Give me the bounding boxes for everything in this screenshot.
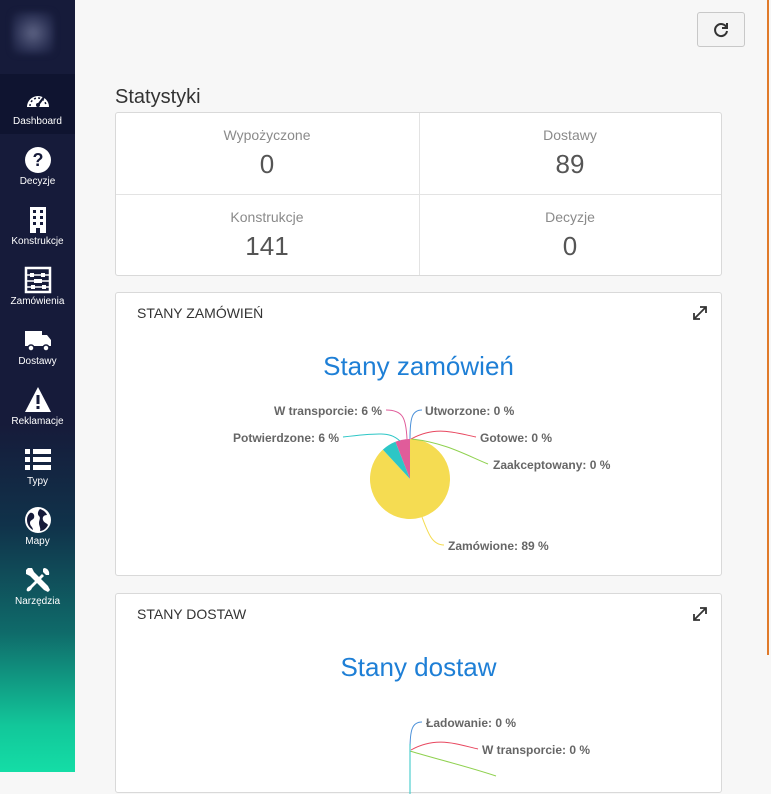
sidebar-item-zamowienia[interactable]: Zamówienia	[0, 254, 75, 314]
warning-icon	[24, 387, 51, 412]
stat-konstrukcje: Konstrukcje 141	[116, 195, 418, 276]
sidebar-item-narzedzia[interactable]: Narzędzia	[0, 554, 75, 614]
stat-value: 0	[259, 149, 275, 179]
stat-label: Decyzje	[545, 209, 595, 225]
pie-connector	[410, 430, 477, 440]
svg-text:?: ?	[32, 150, 43, 170]
pie-label: Zamówione: 89 %	[448, 539, 549, 553]
stat-value: 141	[245, 231, 289, 261]
stat-value: 89	[555, 149, 585, 179]
pie-connector	[342, 433, 401, 442]
stat-dostawy: Dostawy 89	[419, 113, 721, 194]
pie-label: Potwierdzone: 6 %	[233, 431, 339, 445]
sidebar-item-konstrukcje[interactable]: Konstrukcje	[0, 194, 75, 254]
pie-connector	[410, 741, 479, 751]
orders-status-panel: STANY ZAMÓWIEŃ Stany zamówień Utworzone:…	[115, 292, 722, 576]
orders-pie-chart: Utworzone: 0 % Gotowe: 0 % Zaakceptowany: …	[233, 404, 611, 553]
sidebar-item-label: Dostawy	[18, 356, 57, 367]
sidebar-item-label: Decyzje	[19, 176, 56, 187]
stat-decyzje: Decyzje 0	[419, 195, 721, 276]
deliveries-pie-chart: Ładowanie: 0 % W transporcie: 0 %	[409, 716, 590, 794]
pie-connector	[421, 516, 445, 546]
globe-icon	[24, 507, 51, 533]
stats-card: Wypożyczone 0 Dostawy 89 Konstrukcje 141…	[115, 112, 722, 276]
building-icon	[29, 207, 46, 233]
sidebar-item-decyzje[interactable]: ? Decyzje	[0, 134, 75, 194]
main-content: Statystyki Wypożyczone 0 Dostawy 89 Kons…	[75, 0, 769, 794]
speedometer-icon	[26, 96, 49, 107]
pie-label: W transporcie: 0 %	[482, 743, 590, 757]
refresh-button[interactable]	[697, 12, 745, 47]
question-icon: ?	[24, 147, 51, 173]
list-icon	[24, 449, 51, 470]
pie-label: Zaakceptowany: 0 %	[493, 458, 611, 472]
sidebar: Dashboard ? Decyzje Konstrukcje Zamówien…	[0, 0, 75, 772]
sidebar-item-label: Dashboard	[13, 116, 62, 127]
sidebar-item-label: Typy	[26, 476, 49, 487]
refresh-icon	[714, 22, 728, 37]
sidebar-item-dostawy[interactable]: Dostawy	[0, 314, 75, 374]
sidebar-item-reklamacje[interactable]: Reklamacje	[0, 374, 75, 434]
pie-label: Utworzone: 0 %	[425, 404, 515, 418]
stat-value: 0	[562, 231, 578, 261]
pie-label: W transporcie: 6 %	[274, 404, 382, 418]
sidebar-item-label: Konstrukcje	[11, 236, 64, 247]
stat-label: Wypożyczone	[223, 127, 311, 143]
divider	[116, 194, 721, 195]
truck-icon	[24, 331, 51, 352]
sidebar-item-mapy[interactable]: Mapy	[0, 494, 75, 554]
pie-label: Ładowanie: 0 %	[426, 716, 516, 730]
abacus-icon	[24, 266, 51, 294]
deliveries-status-panel: STANY DOSTAW Stany dostaw Ładowanie: 0 %…	[115, 593, 722, 794]
stat-wypozyczone: Wypożyczone 0	[116, 113, 418, 194]
page-title: Statystyki	[115, 86, 201, 108]
sidebar-item-label: Narzędzia	[14, 596, 61, 607]
app-logo[interactable]	[12, 12, 54, 54]
sidebar-item-typy[interactable]: Typy	[0, 434, 75, 494]
sidebar-item-dashboard[interactable]: Dashboard	[0, 74, 75, 134]
tools-icon	[25, 568, 50, 592]
pie-label: Gotowe: 0 %	[480, 431, 552, 445]
sidebar-item-label: Mapy	[25, 536, 50, 547]
sidebar-item-label: Zamówienia	[10, 296, 65, 307]
stat-label: Dostawy	[543, 127, 597, 143]
stat-label: Konstrukcje	[230, 209, 304, 225]
scrollbar-accent	[767, 0, 769, 655]
sidebar-item-label: Reklamacje	[11, 416, 64, 427]
pie-slice[interactable]	[370, 439, 451, 519]
